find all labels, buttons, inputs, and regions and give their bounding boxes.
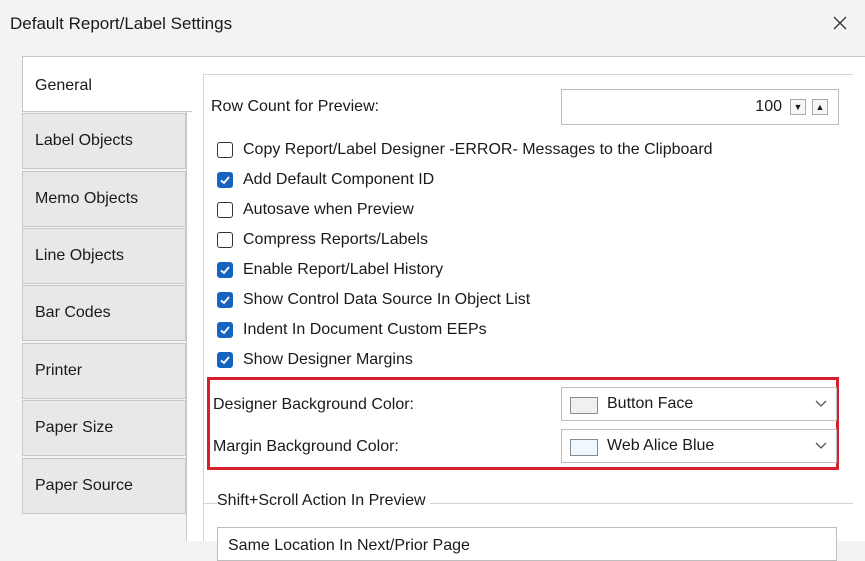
title-bar: Default Report/Label Settings	[0, 0, 865, 46]
chevron-down-icon	[815, 442, 827, 449]
tab-memo-objects[interactable]: Memo Objects	[22, 171, 186, 227]
option-compress[interactable]: Compress Reports/Labels	[217, 228, 428, 252]
option-autosave[interactable]: Autosave when Preview	[217, 198, 414, 222]
checkmark-icon	[220, 266, 230, 275]
option-show-margins[interactable]: Show Designer Margins	[217, 348, 413, 372]
tab-printer[interactable]: Printer	[22, 343, 186, 399]
option-label: Add Default Component ID	[243, 171, 435, 188]
tab-label: Bar Codes	[35, 304, 111, 321]
margin-bg-value: Web Alice Blue	[607, 437, 715, 454]
designer-bg-select[interactable]: Button Face	[561, 387, 837, 421]
settings-dialog: Default Report/Label Settings General La…	[0, 0, 865, 561]
shift-scroll-value: Same Location In Next/Prior Page	[228, 537, 470, 554]
checkmark-icon	[220, 356, 230, 365]
option-label: Copy Report/Label Designer -ERROR- Messa…	[243, 141, 713, 158]
row-count-label: Row Count for Preview:	[211, 98, 380, 115]
margin-bg-label: Margin Background Color:	[213, 438, 399, 455]
group-border	[203, 74, 853, 75]
checkmark-icon	[220, 326, 230, 335]
option-label: Show Designer Margins	[243, 351, 413, 368]
option-add-component-id[interactable]: Add Default Component ID	[217, 168, 434, 192]
option-copy-errors[interactable]: Copy Report/Label Designer -ERROR- Messa…	[217, 138, 713, 162]
checkbox[interactable]	[217, 172, 233, 188]
tab-line-objects[interactable]: Line Objects	[22, 228, 186, 284]
shift-scroll-group-label: Shift+Scroll Action In Preview	[217, 492, 430, 510]
tab-label: General	[35, 77, 92, 94]
checkbox[interactable]	[217, 202, 233, 218]
option-label: Indent In Document Custom EEPs	[243, 321, 487, 338]
checkmark-icon	[220, 176, 230, 185]
checkbox[interactable]	[217, 232, 233, 248]
designer-bg-label: Designer Background Color:	[213, 396, 414, 413]
row-count-value: 100	[755, 98, 782, 115]
tab-label: Printer	[35, 362, 83, 379]
tab-label: Paper Size	[35, 419, 114, 436]
color-swatch	[570, 397, 598, 414]
option-label: Compress Reports/Labels	[243, 231, 428, 248]
chevron-down-icon	[815, 400, 827, 407]
checkbox[interactable]	[217, 322, 233, 338]
tab-label: Label Objects	[35, 132, 133, 149]
checkbox[interactable]	[217, 292, 233, 308]
checkbox[interactable]	[217, 142, 233, 158]
margin-bg-select[interactable]: Web Alice Blue	[561, 429, 837, 463]
chevron-up-icon: ▲	[815, 102, 825, 112]
close-button[interactable]	[815, 0, 865, 46]
checkbox[interactable]	[217, 262, 233, 278]
tab-label: Line Objects	[35, 247, 124, 264]
spin-up-button[interactable]: ▲	[812, 99, 828, 115]
option-label: Enable Report/Label History	[243, 261, 444, 278]
row-count-input[interactable]: 100 ▼ ▲	[561, 89, 839, 125]
tab-label-objects[interactable]: Label Objects	[22, 113, 186, 169]
option-label: Autosave when Preview	[243, 201, 414, 218]
tab-paper-size[interactable]: Paper Size	[22, 400, 186, 456]
option-label: Show Control Data Source In Object List	[243, 291, 531, 308]
checkbox[interactable]	[217, 352, 233, 368]
designer-bg-value: Button Face	[607, 395, 694, 412]
group-border-left	[203, 74, 204, 541]
color-swatch	[570, 439, 598, 456]
tab-paper-source[interactable]: Paper Source	[22, 458, 186, 514]
shift-scroll-select[interactable]: Same Location In Next/Prior Page	[217, 527, 837, 561]
dialog-title: Default Report/Label Settings	[10, 14, 233, 33]
checkmark-icon	[220, 296, 230, 305]
chevron-down-icon: ▼	[793, 102, 803, 112]
general-panel: Row Count for Preview: 100 ▼ ▲ Copy Repo…	[186, 56, 865, 561]
tab-general[interactable]: General	[22, 56, 192, 112]
option-indent-eeps[interactable]: Indent In Document Custom EEPs	[217, 318, 487, 342]
tab-bar-codes[interactable]: Bar Codes	[22, 285, 186, 341]
option-enable-history[interactable]: Enable Report/Label History	[217, 258, 443, 282]
tab-label: Memo Objects	[35, 190, 139, 207]
close-icon	[833, 16, 847, 30]
tab-label: Paper Source	[35, 477, 133, 494]
spin-down-button[interactable]: ▼	[790, 99, 806, 115]
option-show-data-source[interactable]: Show Control Data Source In Object List	[217, 288, 530, 312]
